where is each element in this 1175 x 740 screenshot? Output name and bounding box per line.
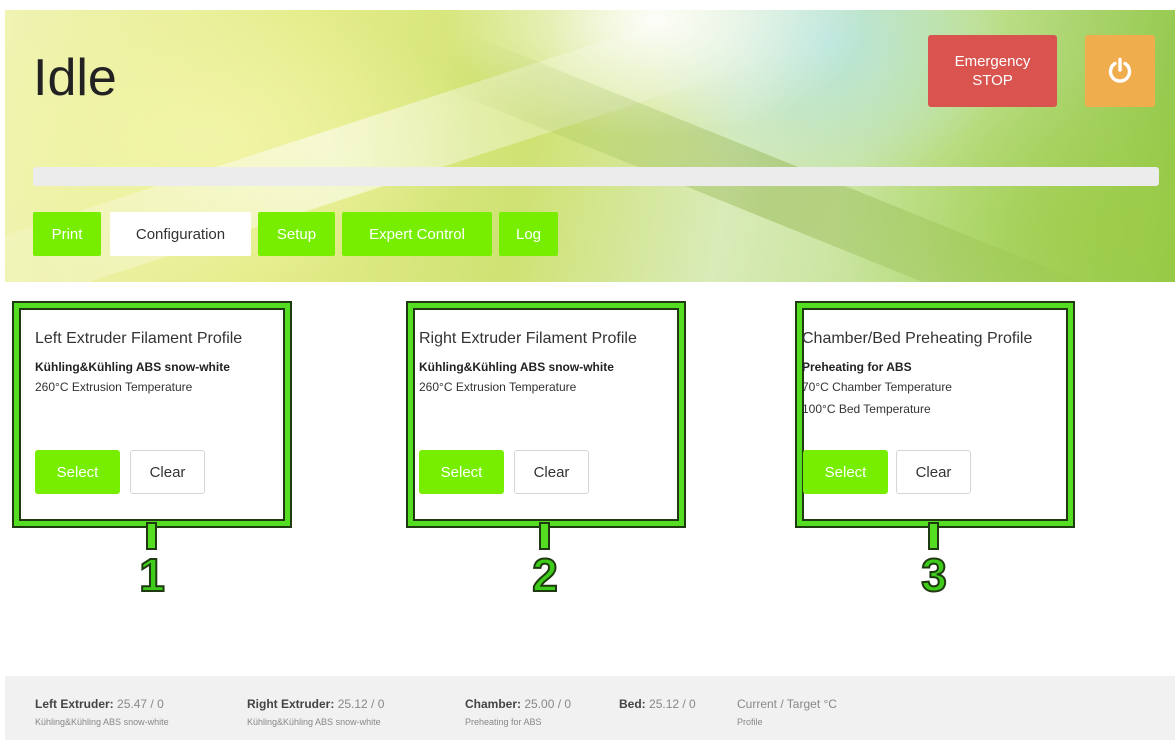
tab-configuration[interactable]: Configuration [110, 212, 251, 256]
left-extruder-profile-card: Left Extruder Filament Profile Kühling&K… [14, 303, 290, 526]
callout-number-2: 2 [531, 548, 559, 602]
power-icon [1108, 57, 1132, 83]
profile-name: Preheating for ABS [802, 360, 912, 374]
select-button[interactable]: Select [419, 450, 504, 494]
emergency-stop-label-line1: Emergency [954, 53, 1031, 70]
temp-label: Bed: [619, 697, 646, 711]
emergency-stop-label-line2: STOP [972, 72, 1013, 89]
right-extruder-profile-card: Right Extruder Filament Profile Kühling&… [408, 303, 684, 526]
chamber-bed-preheating-card: Chamber/Bed Preheating Profile Preheatin… [797, 303, 1073, 526]
temp-label: Left Extruder: [35, 697, 114, 711]
chamber-temp: Chamber: 25.00 / 0 Preheating for ABS [465, 697, 571, 727]
printer-status-title: Idle [33, 49, 117, 107]
tab-expert-control[interactable]: Expert Control [342, 212, 492, 256]
temp-profile: Preheating for ABS [465, 717, 542, 727]
temp-value: 25.47 / 0 [117, 697, 164, 711]
power-button[interactable] [1085, 35, 1155, 107]
profile-name: Kühling&Kühling ABS snow-white [35, 360, 230, 374]
bed-temperature: 100°C Bed Temperature [802, 402, 931, 416]
tab-setup[interactable]: Setup [258, 212, 335, 256]
right-extruder-temp: Right Extruder: 25.12 / 0 Kühling&Kühlin… [247, 697, 384, 727]
temp-value: 25.12 / 0 [649, 697, 696, 711]
temp-value: 25.00 / 0 [524, 697, 572, 711]
chamber-temperature: 70°C Chamber Temperature [802, 380, 952, 394]
select-button[interactable]: Select [803, 450, 888, 494]
card-title: Left Extruder Filament Profile [35, 330, 243, 347]
extrusion-temperature: 260°C Extrusion Temperature [419, 380, 577, 394]
temperature-status-bar: Left Extruder: 25.47 / 0 Kühling&Kühling… [5, 676, 1175, 740]
callout-number-3: 3 [920, 548, 948, 602]
left-extruder-temp: Left Extruder: 25.47 / 0 Kühling&Kühling… [35, 697, 169, 727]
print-progress-bar [33, 167, 1159, 186]
bed-temp: Bed: 25.12 / 0 [619, 697, 696, 711]
tab-log[interactable]: Log [499, 212, 558, 256]
clear-button[interactable]: Clear [896, 450, 971, 494]
temp-profile: Kühling&Kühling ABS snow-white [247, 717, 381, 727]
temp-label: Right Extruder: [247, 697, 335, 711]
callout-number-1: 1 [138, 548, 166, 602]
temp-profile: Kühling&Kühling ABS snow-white [35, 717, 169, 727]
profile-name: Kühling&Kühling ABS snow-white [419, 360, 614, 374]
emergency-stop-button[interactable]: Emergency STOP [928, 35, 1057, 107]
callout-connector [541, 524, 548, 548]
card-title: Right Extruder Filament Profile [419, 330, 637, 347]
clear-button[interactable]: Clear [514, 450, 589, 494]
card-title: Chamber/Bed Preheating Profile [802, 330, 1033, 347]
select-button[interactable]: Select [35, 450, 120, 494]
temp-legend: Current / Target °C Profile [737, 697, 837, 727]
callout-connector [148, 524, 155, 548]
tab-print[interactable]: Print [33, 212, 101, 256]
temp-legend-main: Current / Target °C [737, 697, 837, 711]
temp-legend-sub: Profile [737, 717, 763, 727]
temp-label: Chamber: [465, 697, 522, 711]
callout-connector [930, 524, 937, 548]
temp-value: 25.12 / 0 [337, 697, 385, 711]
clear-button[interactable]: Clear [130, 450, 205, 494]
extrusion-temperature: 260°C Extrusion Temperature [35, 380, 193, 394]
